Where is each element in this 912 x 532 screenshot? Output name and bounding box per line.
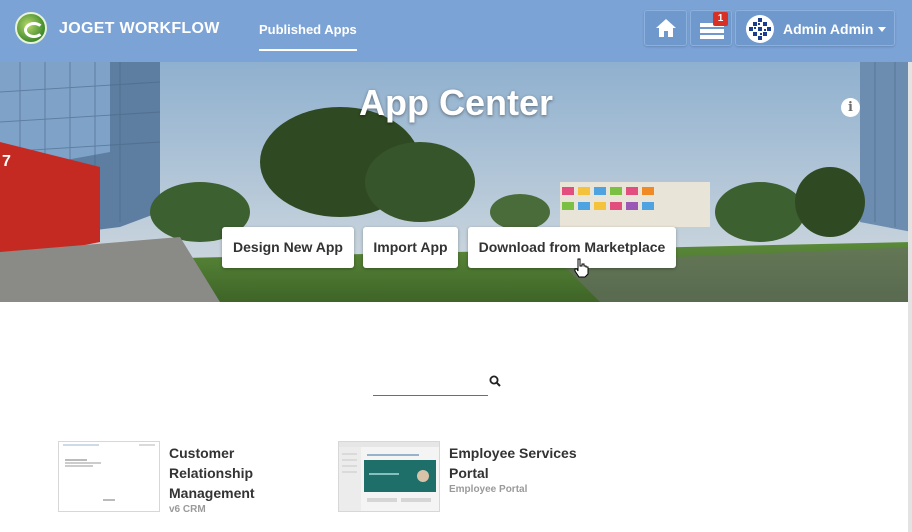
search-input[interactable] bbox=[373, 370, 488, 396]
nav-active-indicator bbox=[259, 49, 357, 51]
page-title: App Center bbox=[358, 82, 553, 123]
pointer-cursor-icon bbox=[574, 258, 589, 278]
svg-text:7: 7 bbox=[2, 153, 11, 170]
tasks-button[interactable]: 1 bbox=[690, 10, 732, 46]
home-button[interactable] bbox=[644, 10, 687, 46]
design-new-app-button[interactable]: Design New App bbox=[222, 227, 354, 268]
task-count-badge: 1 bbox=[713, 12, 728, 26]
joget-logo-icon[interactable] bbox=[15, 12, 47, 44]
app-name[interactable]: Customer Relationship Management bbox=[169, 443, 309, 503]
page-scrollbar[interactable] bbox=[908, 62, 912, 532]
app-search bbox=[373, 368, 503, 398]
app-thumbnail-crm[interactable] bbox=[58, 441, 160, 512]
search-icon[interactable] bbox=[489, 375, 501, 387]
app-card-crm[interactable]: Customer Relationship Management v6 CRM bbox=[58, 441, 318, 531]
download-marketplace-button[interactable]: Download from Marketplace bbox=[468, 227, 676, 268]
user-avatar-icon bbox=[746, 15, 774, 43]
app-card-employee-portal[interactable]: Employee Services Portal Employee Portal bbox=[338, 441, 598, 531]
user-name: Admin Admin bbox=[783, 21, 874, 37]
home-icon bbox=[656, 19, 676, 37]
top-navbar: JOGET WORKFLOW Published Apps 1 Admin Ad… bbox=[0, 0, 912, 62]
app-name[interactable]: Employee Services Portal bbox=[449, 443, 589, 483]
nav-published-apps[interactable]: Published Apps bbox=[259, 22, 357, 37]
app-thumbnail-employee-portal[interactable] bbox=[338, 441, 440, 512]
info-icon[interactable]: i bbox=[841, 98, 860, 117]
app-subtitle: v6 CRM bbox=[169, 504, 206, 515]
import-app-button[interactable]: Import App bbox=[363, 227, 458, 268]
app-subtitle: Employee Portal bbox=[449, 484, 528, 495]
caret-down-icon bbox=[878, 27, 886, 32]
user-menu-button[interactable]: Admin Admin bbox=[735, 10, 895, 46]
brand-title[interactable]: JOGET WORKFLOW bbox=[59, 20, 220, 38]
hero-banner: 7 App Center i Design New App Import App bbox=[0, 62, 912, 302]
